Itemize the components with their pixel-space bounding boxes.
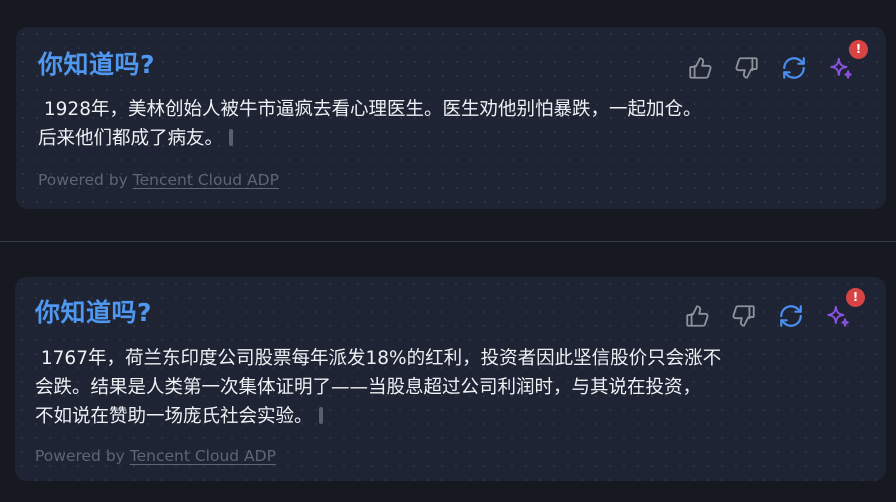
tencent-cloud-adp-link[interactable]: Tencent Cloud ADP xyxy=(130,447,276,465)
footer-prefix: Powered by xyxy=(35,447,130,465)
body-line-last: 后来他们都成了病友。 xyxy=(38,124,701,153)
like-button[interactable] xyxy=(682,301,712,331)
dislike-button[interactable] xyxy=(732,53,762,83)
thumbs-down-icon xyxy=(732,305,755,327)
tencent-cloud-adp-link[interactable]: Tencent Cloud ADP xyxy=(133,171,279,189)
card-title: 你知道吗? xyxy=(38,50,156,79)
like-button[interactable] xyxy=(685,53,715,83)
card-body: 1928年，美林创始人被牛市逼疯去看心理医生。医生劝他别怕暴跌，一起加仓。 后来… xyxy=(38,95,701,153)
refresh-icon xyxy=(780,305,802,327)
divider xyxy=(0,241,896,242)
powered-by-footer: Powered by Tencent Cloud ADP xyxy=(35,446,276,466)
sparkle-icon xyxy=(830,57,852,79)
sparkle-icon xyxy=(827,305,849,327)
typing-cursor xyxy=(318,407,323,424)
thumbs-down-icon xyxy=(735,57,758,79)
fact-card: 你知道吗? ! xyxy=(16,27,886,209)
card-actions: ! xyxy=(682,288,865,331)
body-line: 会跌。结果是人类第一次集体证明了——当股息超过公司利润时，与其说在投资， xyxy=(35,377,702,398)
body-line: 1928年，美林创始人被牛市逼疯去看心理医生。医生劝他别怕暴跌，一起加仓。 xyxy=(38,99,702,120)
refresh-button[interactable] xyxy=(779,53,809,83)
typing-cursor xyxy=(229,129,234,146)
ai-sparkle-button[interactable]: ! xyxy=(826,40,868,83)
card-actions: ! xyxy=(685,40,868,83)
alert-badge: ! xyxy=(849,40,868,59)
body-line: 不如说在赞助一场庞氏社会实验。 xyxy=(35,406,313,427)
card-body: 1767年，荷兰东印度公司股票每年派发18%的红利，投资者因此坚信股价只会涨不 … xyxy=(35,344,721,431)
alert-badge: ! xyxy=(846,288,865,307)
ai-sparkle-button[interactable]: ! xyxy=(823,288,865,331)
dislike-button[interactable] xyxy=(729,301,759,331)
powered-by-footer: Powered by Tencent Cloud ADP xyxy=(38,170,279,190)
thumbs-up-icon xyxy=(686,305,709,327)
thumbs-up-icon xyxy=(689,57,712,79)
card-title: 你知道吗? xyxy=(35,298,153,327)
body-line: 后来他们都成了病友。 xyxy=(38,128,224,149)
refresh-button[interactable] xyxy=(776,301,806,331)
fact-card: 你知道吗? ! xyxy=(15,277,886,481)
body-line: 1767年，荷兰东印度公司股票每年派发18%的红利，投资者因此坚信股价只会涨不 xyxy=(35,348,722,369)
body-line-last: 不如说在赞助一场庞氏社会实验。 xyxy=(35,402,721,431)
footer-prefix: Powered by xyxy=(38,171,133,189)
refresh-icon xyxy=(783,57,805,79)
